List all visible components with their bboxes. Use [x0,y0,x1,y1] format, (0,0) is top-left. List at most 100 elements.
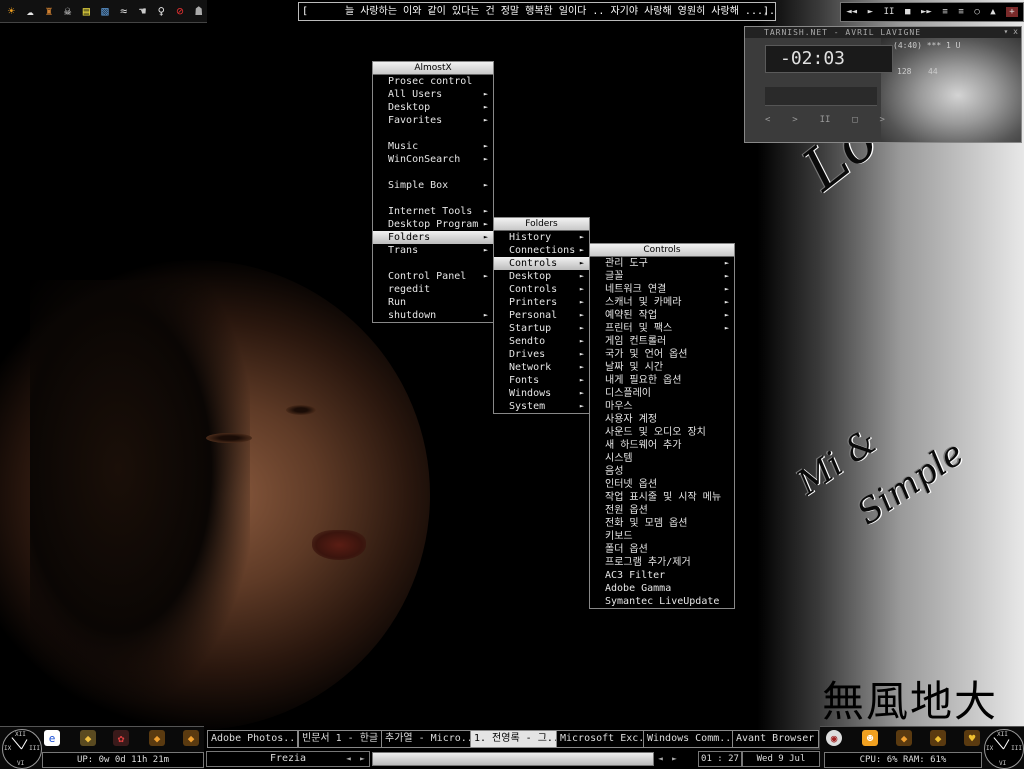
menu-controls-item[interactable]: 음성 [590,465,734,478]
menu-controls-item[interactable]: 프린터 및 팩스 ► [590,322,734,335]
menu-almostx-item[interactable]: Internet Tools ► [373,205,493,218]
taskbar-button[interactable]: 빈문서 1 - 한글 [298,730,383,748]
menu-folders-item[interactable]: Printers ► [494,296,589,309]
internet-explorer-icon[interactable]: e [44,730,60,746]
ghost-icon[interactable]: ☁ [22,3,39,20]
menu-almostx-item[interactable]: Favorites ► [373,114,493,127]
media-button-6[interactable]: ≡ [958,7,963,17]
menu-folders-item[interactable]: Network ► [494,361,589,374]
winamp-control-1[interactable]: > [792,115,797,125]
menu-controls-item[interactable]: 스캐너 및 카메라 ► [590,296,734,309]
menu-controls-item[interactable]: 네트워크 연결 ► [590,283,734,296]
menu-controls-item[interactable]: Adobe Gamma [590,582,734,595]
media-button-5[interactable]: ≡ [942,7,947,17]
mascot-icon[interactable]: ☗ [190,3,207,20]
menu-folders-item[interactable]: System ► [494,400,589,413]
menu-folders-item[interactable]: Personal ► [494,309,589,322]
winamp-time-display[interactable]: -02:03 [765,45,893,73]
menu-controls-item[interactable]: 전원 옵션 [590,504,734,517]
menu-controls-item[interactable]: 작업 표시줄 및 시작 메뉴 [590,491,734,504]
menu-folders-item[interactable]: Windows ► [494,387,589,400]
media-button-2[interactable]: II [884,7,895,17]
media-button-1[interactable]: ► [868,7,873,17]
cd-icon[interactable]: ◉ [826,730,842,746]
media-button-8[interactable]: ▲ [990,7,995,17]
menu-controls-item[interactable]: 날짜 및 시간 [590,361,734,374]
winamp-control-3[interactable]: □ [852,115,857,125]
menu-almostx-item[interactable]: Prosec control [373,75,493,88]
menu-almostx-item[interactable]: Desktop ► [373,101,493,114]
winamp-player[interactable]: TARNISH.NET - AVRIL LAVIGNE ▾ x -02:03 (… [744,26,1022,143]
winamp-close-button[interactable]: ▾ x [1004,27,1018,36]
menu-controls-item[interactable]: 시스템 [590,452,734,465]
skull-icon[interactable]: ☠ [59,3,76,20]
quick-launch-icon-7[interactable]: ☻ [862,730,878,746]
menu-controls-item[interactable]: 사운드 및 오디오 장치 [590,426,734,439]
quick-launch-icon-2[interactable]: ◆ [80,730,96,746]
menu-almostx-item[interactable]: Simple Box ► [373,179,493,192]
taskbar-button[interactable]: 1. 전영록 - 그... [470,730,558,748]
menu-folders-item[interactable]: Desktop ► [494,270,589,283]
menu-controls-item[interactable]: AC3 Filter [590,569,734,582]
menu-controls-item[interactable]: 폴더 옵션 [590,543,734,556]
menu-almostx-item[interactable]: All Users ► [373,88,493,101]
hand-icon[interactable]: ☚ [134,3,151,20]
taskbar-button[interactable]: Windows Comm... [643,730,734,748]
taskbar-button[interactable]: 추가열 - Micro... [381,730,472,748]
menu-almostx-item[interactable]: Trans ► [373,244,493,257]
menu-controls-item[interactable]: 예약된 작업 ► [590,309,734,322]
track-progress-bar[interactable] [372,752,654,766]
taskbar-button[interactable]: Microsoft Exc... [556,730,645,748]
menu-folders-item[interactable]: Fonts ► [494,374,589,387]
taskbar-button[interactable]: Avant Browser [732,730,819,748]
media-button-9[interactable]: + [1006,7,1018,17]
menu-folders-item[interactable]: Startup ► [494,322,589,335]
menu-almostx-item[interactable]: Folders ► [373,231,493,244]
menu-controls-item[interactable]: 프로그램 추가/제거 [590,556,734,569]
quick-launch-icon-3[interactable]: ✿ [113,730,129,746]
menu-controls-item[interactable]: 디스플레이 [590,387,734,400]
menu-controls-item[interactable]: 전화 및 모뎀 옵션 [590,517,734,530]
menu-controls-item[interactable]: 내게 필요한 옵션 [590,374,734,387]
menu-folders-item[interactable]: Controls ► [494,257,589,270]
bar-prev-button[interactable]: ◄ [658,750,663,767]
menu-almostx-item[interactable]: shutdown ► [373,309,493,322]
menu-controls-item[interactable]: 국가 및 언어 옵션 [590,348,734,361]
menu-almostx-item[interactable]: Music ► [373,140,493,153]
bulb-icon[interactable]: ♀ [153,3,170,20]
sun-icon[interactable]: ☀ [3,3,20,20]
quick-launch-icon-9[interactable]: ◆ [930,730,946,746]
package-icon[interactable]: ▧ [97,3,114,20]
track-prev-button[interactable]: ◄ [346,750,351,767]
quick-launch-icon-10[interactable]: ♥ [964,730,980,746]
menu-almostx-item[interactable]: Run [373,296,493,309]
menu-controls-item[interactable]: 마우스 [590,400,734,413]
wave-icon[interactable]: ≈ [115,3,132,20]
menu-controls-item[interactable]: 관리 도구 ► [590,257,734,270]
menu-controls-item[interactable]: 새 하드웨어 추가 [590,439,734,452]
bottle-icon[interactable]: ♜ [40,3,57,20]
no-sign-icon[interactable]: ⊘ [172,3,189,20]
menu-almostx-item[interactable]: regedit [373,283,493,296]
media-button-7[interactable]: ○ [974,7,979,17]
menu-almostx-item[interactable]: Control Panel ► [373,270,493,283]
quick-launch-icon-8[interactable]: ◆ [896,730,912,746]
menu-controls-item[interactable]: 키보드 [590,530,734,543]
winamp-control-2[interactable]: II [820,115,831,125]
menu-almostx-item[interactable]: Desktop Program ► [373,218,493,231]
note-icon[interactable]: ▤ [78,3,95,20]
media-button-4[interactable]: ►► [921,7,932,17]
quick-launch-icon-4[interactable]: ◆ [149,730,165,746]
winamp-title[interactable]: TARNISH.NET - AVRIL LAVIGNE [745,27,1021,38]
menu-controls-item[interactable]: 게임 컨트롤러 [590,335,734,348]
taskbar-button[interactable]: Adobe Photos... [207,730,298,748]
menu-controls-item[interactable]: 인터넷 옵션 [590,478,734,491]
menu-folders-item[interactable]: Sendto ► [494,335,589,348]
menu-controls-item[interactable]: 글꼴 ► [590,270,734,283]
quick-launch-icon-5[interactable]: ◆ [183,730,199,746]
winamp-control-0[interactable]: < [765,115,770,125]
menu-folders-item[interactable]: History ► [494,231,589,244]
track-next-button[interactable]: ► [360,750,365,767]
menu-folders-item[interactable]: Connections ► [494,244,589,257]
winamp-control-4[interactable]: > [880,115,885,125]
